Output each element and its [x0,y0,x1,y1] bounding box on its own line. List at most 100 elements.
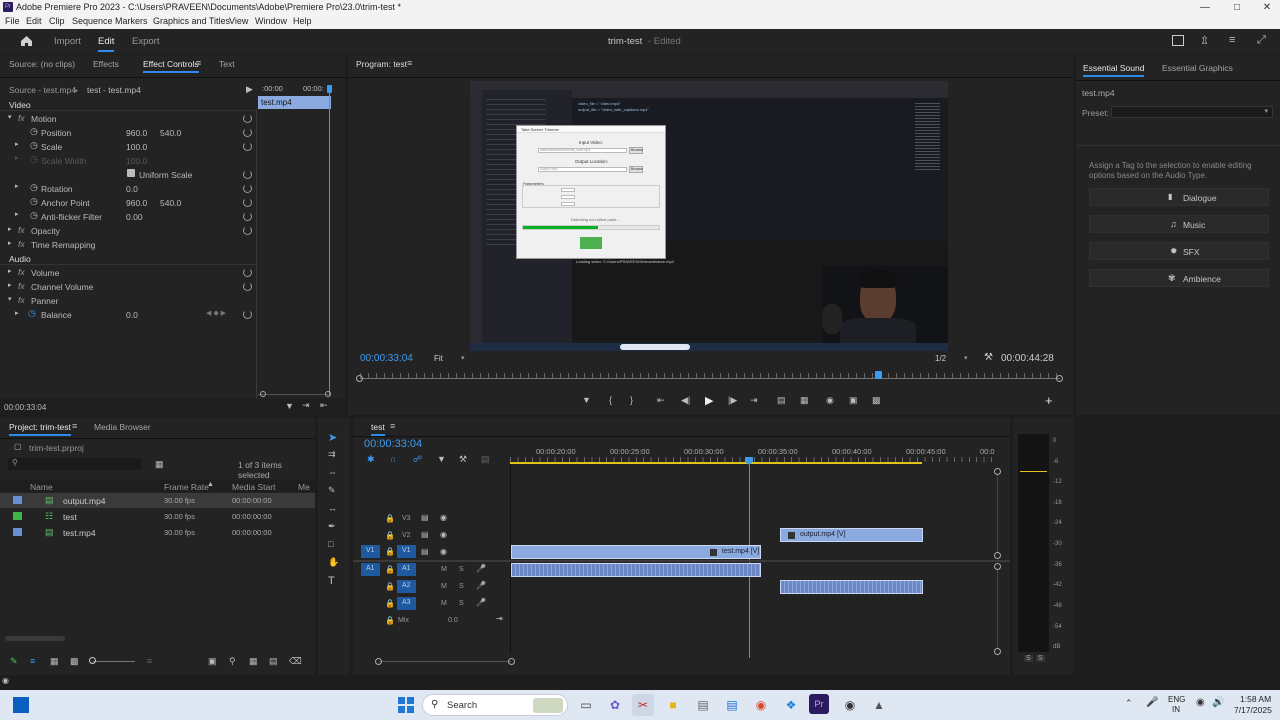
project-search-input[interactable]: ⚲ [8,458,142,470]
rectangle-tool-icon[interactable]: □ [328,539,333,549]
col-name[interactable]: Name [30,482,53,492]
fx-icon[interactable]: fx [18,113,25,123]
tab-text[interactable]: Text [219,59,235,69]
pen-tool-icon[interactable]: ✒ [328,521,336,532]
reset-opacity-icon[interactable] [243,226,252,235]
preset-dropdown[interactable]: ▾ [1111,106,1273,118]
track-select-tool-icon[interactable]: ⇉ [328,449,336,460]
balance-expand-icon[interactable]: ▸ [15,309,19,317]
reset-balance-icon[interactable] [243,310,252,319]
volume-fx-icon[interactable]: fx [18,267,25,277]
share-icon[interactable]: ⇫ [1200,34,1209,47]
automate-to-sequence-icon[interactable]: ▣ [208,656,217,667]
list-view-icon[interactable]: ≡ [30,656,35,666]
clip-output-a2[interactable] [780,580,923,594]
razor-tool-icon[interactable]: ✎ [328,485,336,496]
freeform-view-icon[interactable]: ▩ [70,656,79,667]
status-icon[interactable]: ◉ [2,676,9,685]
lock-icon[interactable]: 🔒 [385,599,395,608]
program-menu-icon[interactable]: ≡ [407,58,412,68]
clip-output-v2[interactable]: output.mp4 [V] [780,528,923,542]
col-media-start[interactable]: Media Start [232,482,275,492]
type-tool-icon[interactable]: T [328,575,335,587]
mark-in-icon[interactable]: { [609,395,612,405]
mic-icon[interactable]: 🎤 [476,564,486,573]
filter-icon[interactable]: ▼ [285,401,294,411]
menu-clip[interactable]: Clip [49,16,65,26]
export-frame-icon[interactable]: ⇥ [302,400,310,411]
resolution-chevron-icon[interactable]: ▾ [964,354,968,362]
panner-fx-icon[interactable]: fx [18,295,25,305]
copilot-icon[interactable]: ✿ [604,694,626,716]
channel-volume-expand-icon[interactable]: ▸ [8,281,12,289]
reset-position-icon[interactable] [243,128,252,137]
eye-icon[interactable]: ◉ [440,547,447,556]
new-item-icon[interactable]: ▤ [269,656,278,667]
dialogue-button[interactable]: ▮ Dialogue [1089,188,1269,206]
workspaces-icon[interactable]: ≡ [1229,34,1235,46]
panel-menu-icon[interactable]: ≡ [196,58,201,68]
reset-motion-icon[interactable] [243,114,252,123]
docs-icon[interactable]: ▤ [721,694,743,716]
timeremap-fx-icon[interactable]: fx [18,239,25,249]
project-menu-icon[interactable]: ≡ [72,421,77,431]
clear-icon[interactable]: ⌫ [289,656,302,667]
solo-a1[interactable]: S [459,566,464,573]
go-to-out-icon[interactable]: ⇥ [750,395,758,406]
find-icon[interactable]: ⚲ [229,656,236,667]
col-frame-rate[interactable]: Frame Rate [164,482,209,492]
resolution-dropdown[interactable]: 1/2 [935,354,946,363]
anchor-x-field[interactable]: 960.0 [126,198,147,208]
minimize-icon[interactable]: — [1190,0,1220,15]
mute-a2[interactable]: M [441,583,447,590]
add-marker-timeline-icon[interactable]: ▼ [437,454,446,464]
balance-stopwatch-icon[interactable]: ◷ [28,308,36,319]
volume-expand-icon[interactable]: ▸ [8,267,12,275]
mic-icon[interactable]: 🎤 [476,581,486,590]
anchor-stopwatch-icon[interactable]: ◷ [30,196,38,207]
clock-date[interactable]: 7/17/2025 [1234,705,1272,715]
chrome-icon[interactable]: ◉ [750,694,772,716]
eye-icon[interactable]: ◉ [440,513,447,522]
fit-chevron-icon[interactable]: ▾ [461,354,465,362]
tab-export[interactable]: Export [132,36,159,47]
button-editor-add-icon[interactable]: + [1045,393,1053,408]
program-playhead[interactable] [875,371,882,379]
antiflicker-field[interactable]: 0.00 [126,212,143,222]
lock-icon[interactable]: 🔒 [385,547,395,556]
menu-graphics[interactable]: Graphics and Titles [153,16,230,26]
new-bin-from-search-icon[interactable]: ▦ [155,459,164,470]
taskbar-search-box[interactable]: ⚲ Search [422,694,568,716]
extract-icon[interactable]: ▦ [800,395,809,406]
widgets-icon[interactable] [13,697,29,713]
ec-timecode[interactable]: 00:00:33:04 [4,403,46,412]
solo-a3[interactable]: S [459,600,464,607]
tab-project[interactable]: Project: trim-test [9,422,71,436]
project-h-scrollbar[interactable] [5,636,65,641]
tab-source[interactable]: Source: (no clips) [9,59,75,69]
proxy-toggle-icon[interactable]: ▩ [872,395,881,406]
sync-lock-icon[interactable]: ▤ [421,530,429,539]
comparison-view-icon[interactable]: ▣ [849,395,858,406]
eye-icon[interactable]: ◉ [440,530,447,539]
go-in-icon[interactable]: ⇤ [320,400,328,411]
fullscreen-icon[interactable]: ⤢ [1257,34,1266,47]
prev-keyframe-icon[interactable]: ◀ ◆ ▶ [206,309,226,317]
track-a1-target[interactable]: A1 [397,563,416,576]
source-patch-v1[interactable]: V1 [361,545,380,558]
zoom-slider[interactable] [93,661,135,662]
timeline-menu-icon[interactable]: ≡ [390,421,395,431]
mute-a1[interactable]: M [441,566,447,573]
col-media-end[interactable]: Me [298,482,310,492]
lock-icon[interactable]: 🔒 [385,582,395,591]
table-row[interactable]: ☷ test 30.00 fps 00:00:00:00 [0,509,315,524]
menu-sequence[interactable]: Sequence [72,16,113,26]
step-forward-icon[interactable]: |▶ [728,395,737,406]
rotation-stopwatch-icon[interactable]: ◷ [30,182,38,193]
menu-view[interactable]: View [229,16,248,26]
language-indicator[interactable]: ENG [1168,695,1185,704]
new-bin-icon[interactable]: ▦ [249,656,258,667]
table-row[interactable]: ▤ output.mp4 30.00 fps 00:00:00:00 [0,493,315,508]
timeline-settings-icon[interactable]: ⚒ [459,454,467,465]
lift-icon[interactable]: ▤ [777,395,786,406]
